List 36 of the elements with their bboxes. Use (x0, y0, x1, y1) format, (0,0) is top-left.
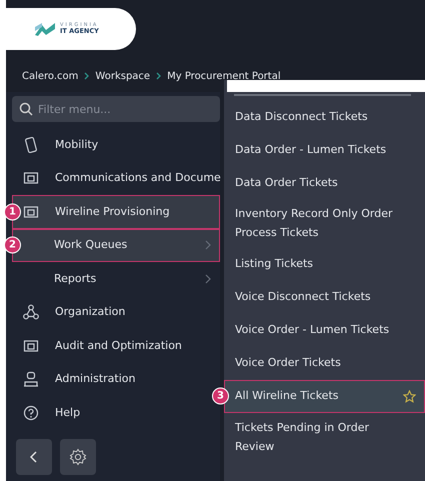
person-icon (23, 371, 39, 388)
submenu-item[interactable]: Voice Order - Lumen Tickets (224, 314, 425, 346)
star-icon[interactable] (403, 390, 416, 402)
search-icon (19, 102, 33, 116)
submenu-item[interactable]: Data Order - Lumen Tickets (224, 133, 425, 166)
menu-item[interactable]: Reports (12, 262, 220, 296)
submenu-item[interactable]: All Wireline Tickets (224, 380, 425, 412)
submenu-item[interactable]: Inventory Record Only Order Process Tickets (224, 199, 425, 248)
submenu-item[interactable]: Voice Order Tickets (224, 346, 425, 380)
chevron-left-icon (30, 451, 38, 463)
submenu-item[interactable]: Tickets Pending in Order Review (224, 412, 425, 461)
help-icon (23, 404, 39, 421)
filter-field[interactable]: Filter menu... (12, 96, 220, 122)
menu-item[interactable]: Organization (12, 296, 220, 329)
logo-icon (34, 21, 56, 37)
settings-button[interactable] (60, 439, 96, 475)
menu-item[interactable]: Communications and Docume (12, 162, 222, 195)
breadcrumb-link[interactable]: My Procurement Portal (167, 69, 281, 84)
callout-badge: 1 (4, 203, 21, 220)
settings-icon (69, 448, 87, 466)
card-icon (23, 170, 39, 186)
submenu-item[interactable]: Data Order Tickets (224, 166, 425, 199)
menu-item[interactable]: Audit and Optimization (12, 329, 220, 362)
menu-item[interactable]: Mobility (12, 128, 220, 162)
network-icon (23, 304, 39, 320)
submenu-item[interactable]: Voice Disconnect Tickets (224, 280, 425, 314)
chevron-right-icon (84, 72, 90, 80)
phone-icon (23, 136, 39, 153)
card-icon (23, 338, 39, 354)
callout-badge: 2 (4, 236, 21, 254)
breadcrumb-link[interactable]: Calero.com (22, 69, 78, 84)
card-icon (23, 204, 39, 220)
submenu-item[interactable]: Listing Tickets (224, 248, 425, 280)
chevron-right-icon (156, 72, 162, 80)
breadcrumb-link[interactable]: Workspace (95, 69, 150, 84)
submenu-item[interactable]: Data Disconnect Tickets (224, 100, 425, 133)
